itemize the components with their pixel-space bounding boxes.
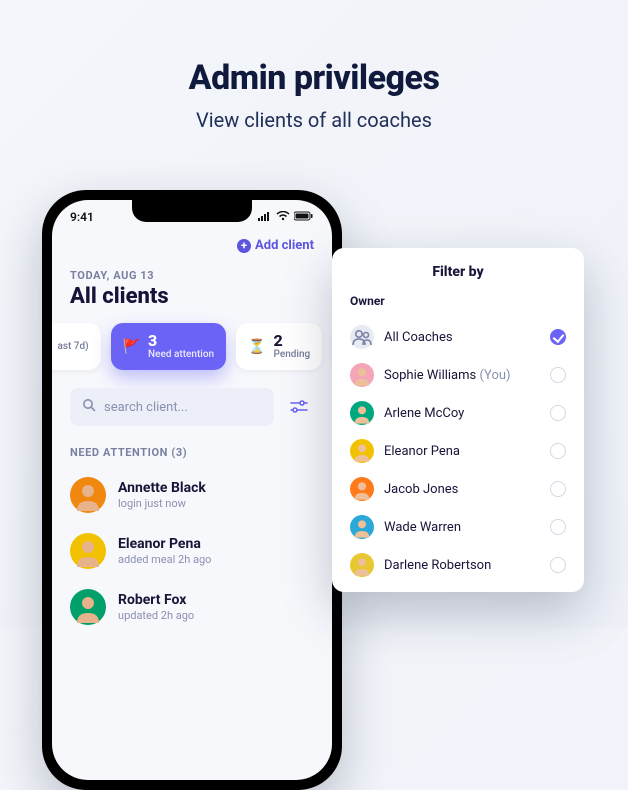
filter-option-label: Sophie Williams (You) (384, 368, 540, 383)
coach-avatar (350, 477, 374, 501)
chip-pending-label: Pending (274, 349, 311, 360)
filter-option-label: Darlene Robertson (384, 558, 540, 573)
filter-popover: Filter by Owner All Coaches Sophie Willia… (332, 248, 584, 592)
chip-need-attention[interactable]: 🚩 3 Need attention (111, 323, 226, 370)
signal-icon (258, 210, 272, 224)
radio-icon (550, 481, 566, 497)
phone-frame: 9:41 + Add client (42, 190, 342, 790)
filter-section-label: Owner (350, 294, 566, 308)
client-row[interactable]: Annette Blacklogin just now (70, 467, 314, 523)
coach-avatar (350, 363, 374, 387)
client-row[interactable]: Eleanor Penaadded meal 2h ago (70, 523, 314, 579)
filter-option[interactable]: Eleanor Pena (350, 432, 566, 470)
radio-icon (550, 519, 566, 535)
group-icon (350, 325, 374, 349)
filter-option[interactable]: Arlene McCoy (350, 394, 566, 432)
plus-icon: + (237, 239, 251, 253)
filter-option[interactable]: Wade Warren (350, 508, 566, 546)
client-row[interactable]: Robert Foxupdated 2h ago (70, 579, 314, 635)
radio-icon (550, 367, 566, 383)
client-avatar (70, 477, 106, 513)
client-meta: login just now (118, 497, 206, 510)
search-placeholder: search client... (104, 400, 188, 415)
page-subtitle: View clients of all coaches (0, 108, 628, 132)
search-icon (82, 398, 96, 416)
filter-option-label: Wade Warren (384, 520, 540, 535)
chip-pending[interactable]: ⏳ 2 Pending (236, 323, 322, 370)
client-name: Robert Fox (118, 592, 194, 608)
radio-icon (550, 329, 566, 345)
radio-icon (550, 557, 566, 573)
add-client-label: Add client (255, 238, 314, 253)
coach-avatar (350, 515, 374, 539)
filter-option[interactable]: Darlene Robertson (350, 546, 566, 584)
filter-option-label: Arlene McCoy (384, 406, 540, 421)
filter-option[interactable]: Sophie Williams (You) (350, 356, 566, 394)
coach-avatar (350, 401, 374, 425)
chip-prev[interactable]: 📊 ast 7d) (52, 323, 101, 370)
status-time: 9:41 (70, 210, 94, 224)
chip-prev-label: ast 7d) (57, 341, 88, 352)
coach-avatar (350, 553, 374, 577)
client-meta: added meal 2h ago (118, 553, 211, 566)
chip-attention-count: 3 (148, 333, 214, 349)
phone-notch (132, 200, 252, 222)
chip-attention-label: Need attention (148, 349, 214, 360)
filter-option-label: Eleanor Pena (384, 444, 540, 459)
client-avatar (70, 589, 106, 625)
sliders-icon (290, 400, 308, 414)
filter-option-label: All Coaches (384, 330, 540, 345)
radio-icon (550, 443, 566, 459)
filter-title: Filter by (350, 264, 566, 280)
wifi-icon (276, 210, 290, 224)
status-chips: 📊 ast 7d) 🚩 3 Need attention ⏳ 2 (52, 323, 314, 370)
hourglass-icon: ⏳ (248, 339, 265, 355)
chip-pending-count: 2 (274, 333, 311, 349)
filter-option-label: Jacob Jones (384, 482, 540, 497)
section-header: NEED ATTENTION (3) (70, 446, 314, 459)
flag-icon: 🚩 (123, 339, 140, 355)
filter-button[interactable] (284, 392, 314, 422)
filter-option[interactable]: All Coaches (350, 318, 566, 356)
today-label: TODAY, AUG 13 (70, 269, 314, 282)
coach-avatar (350, 439, 374, 463)
client-meta: updated 2h ago (118, 609, 194, 622)
client-name: Annette Black (118, 480, 206, 496)
filter-option[interactable]: Jacob Jones (350, 470, 566, 508)
add-client-button[interactable]: + Add client (70, 238, 314, 253)
battery-icon (294, 210, 314, 224)
radio-icon (550, 405, 566, 421)
search-input[interactable]: search client... (70, 388, 274, 426)
page-title: All clients (70, 284, 314, 309)
client-name: Eleanor Pena (118, 536, 211, 552)
client-avatar (70, 533, 106, 569)
page-headline: Admin privileges (0, 58, 628, 98)
